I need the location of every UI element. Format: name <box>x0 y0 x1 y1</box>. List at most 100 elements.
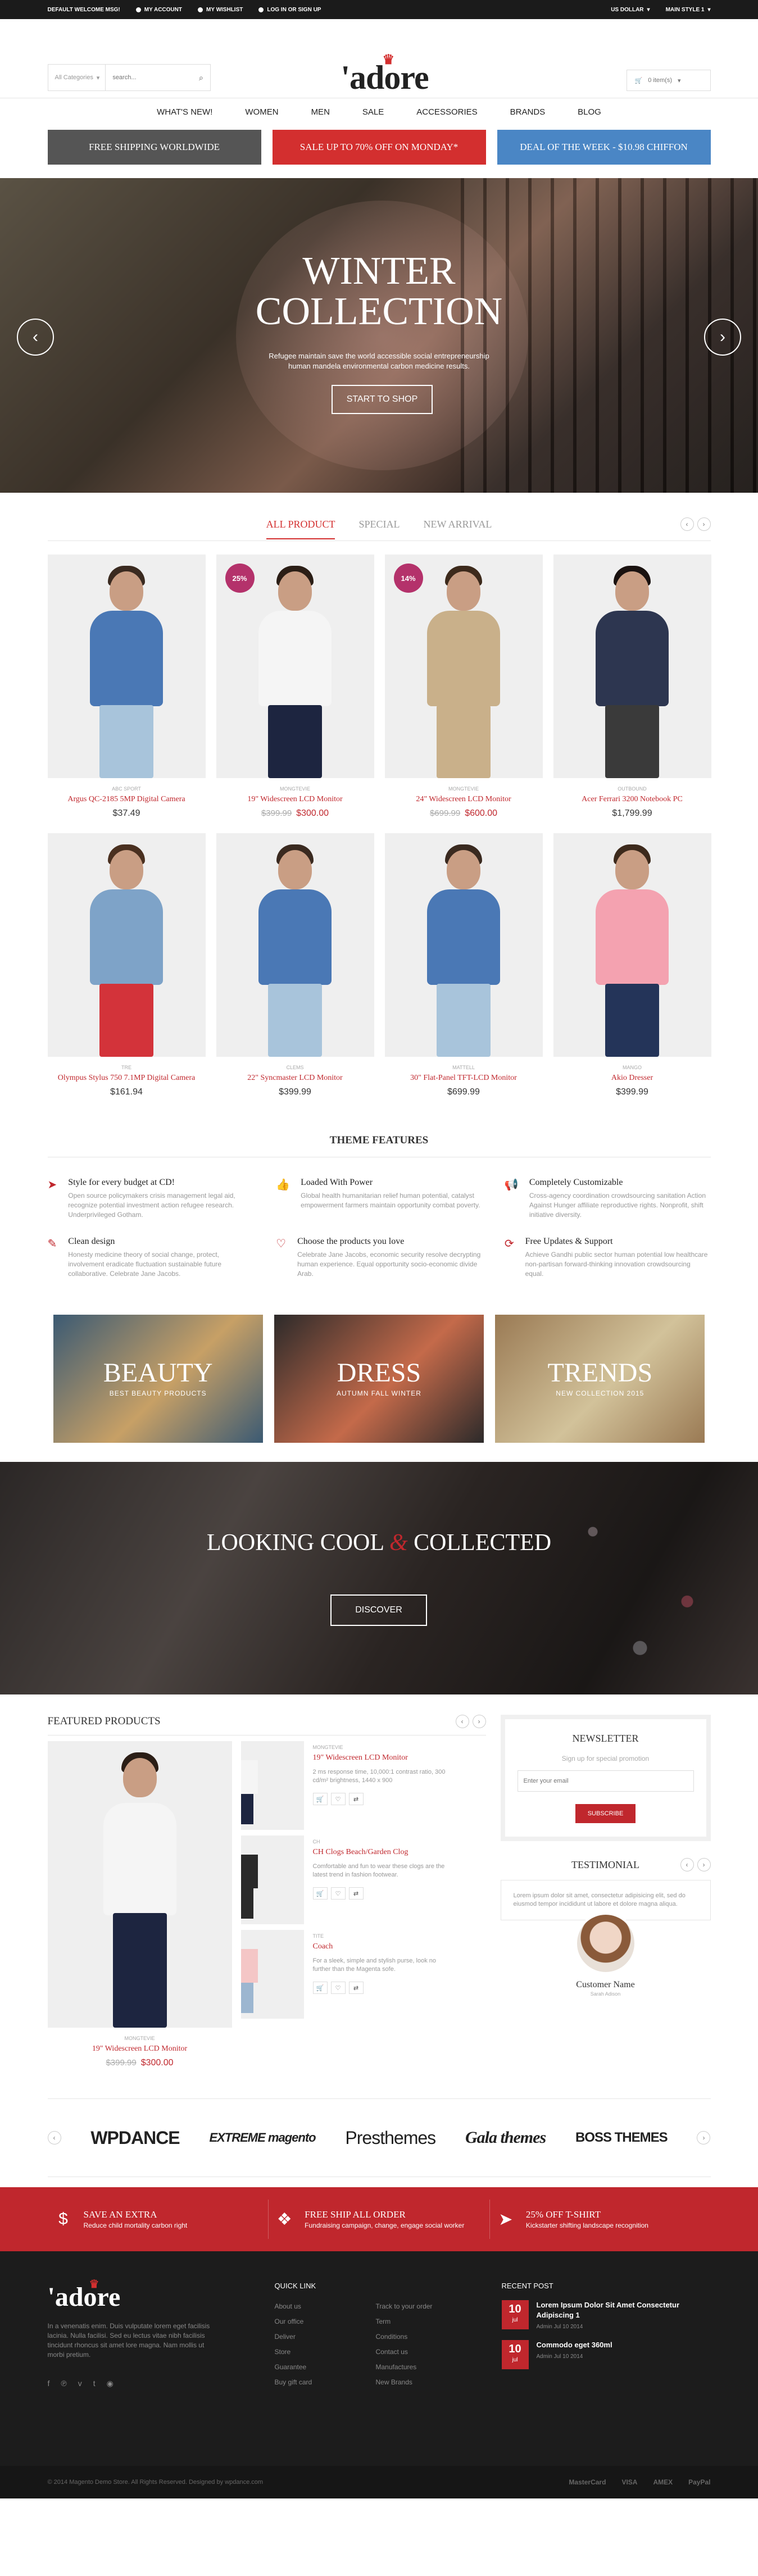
product-image[interactable]: 14% <box>384 555 543 778</box>
facebook-icon[interactable]: f <box>48 2379 50 2388</box>
compare-icon[interactable]: ⇄ <box>348 1793 364 1805</box>
product-name[interactable]: 19" Widescreen LCD Monitor <box>216 795 374 804</box>
product-thumbnail[interactable] <box>240 1741 304 1830</box>
currency-selector[interactable]: US DOLLAR ▾ <box>611 7 650 13</box>
product-name[interactable]: 30" Flat-Panel TFT-LCD Monitor <box>385 1074 543 1083</box>
brands-next-button[interactable]: › <box>697 2131 711 2145</box>
product-image[interactable] <box>553 555 711 778</box>
slider-prev-button[interactable]: ‹ <box>17 319 54 356</box>
product-card[interactable]: 25% MONGTEVIE 19" Widescreen LCD Monitor $3… <box>216 555 374 819</box>
post-title[interactable]: Lorem Ipsum Dolor Sit Amet Consectetur A… <box>537 2300 705 2320</box>
promo-bar-3[interactable]: DEAL OF THE WEEK - $10.98 CHIFFON <box>497 130 711 165</box>
footer-link-contact-us[interactable]: Contact us <box>376 2348 477 2356</box>
brand-logo-presthemes[interactable]: Presthemes <box>345 2128 436 2148</box>
rss-icon[interactable]: ◉ <box>107 2379 114 2388</box>
product-image[interactable]: 25% <box>216 555 374 778</box>
product-name[interactable]: Akio Dresser <box>553 1074 711 1083</box>
search-icon[interactable]: ⌕ <box>192 73 210 83</box>
cart-button[interactable]: 🛒 0 item(s) ▾ <box>626 70 711 91</box>
product-image[interactable] <box>47 833 206 1057</box>
nav-item-what-s-new[interactable]: WHAT'S NEW! <box>157 107 212 117</box>
nav-item-accessories[interactable]: ACCESSORIES <box>416 107 477 117</box>
add-to-cart-icon[interactable]: 🛒 <box>312 1793 328 1805</box>
product-card[interactable]: MANGO Akio Dresser $399.99 <box>553 833 711 1097</box>
banner-dress[interactable]: DRESS AUTUMN FALL WINTER <box>274 1315 484 1443</box>
product-name[interactable]: 19" Widescreen LCD Monitor <box>313 1753 486 1762</box>
footer-link-term[interactable]: Term <box>376 2318 477 2325</box>
featured-next-button[interactable]: › <box>472 1715 486 1728</box>
product-name[interactable]: Olympus Stylus 750 7.1MP Digital Camera <box>48 1074 206 1083</box>
my-account-link[interactable]: MY ACCOUNT <box>135 7 182 13</box>
product-thumbnail[interactable] <box>240 1930 304 2019</box>
add-to-cart-icon[interactable]: 🛒 <box>312 1887 328 1900</box>
post-title[interactable]: Commodo eget 360ml <box>537 2340 705 2350</box>
banner-trends[interactable]: TRENDS NEW COLLECTION 2015 <box>495 1315 705 1443</box>
product-card[interactable]: 14% MONGTEVIE 24" Widescreen LCD Monitor $6… <box>384 555 543 819</box>
recent-post[interactable]: 10 jul Commodo eget 360ml Admin Jul 10 2014 <box>501 2340 711 2369</box>
product-name[interactable]: CH Clogs Beach/Garden Clog <box>313 1848 486 1857</box>
featured-main-product[interactable]: MONGTEVIE 19" Widescreen LCD Monitor $39… <box>47 1741 232 2068</box>
my-wishlist-link[interactable]: MY WISHLIST <box>197 7 243 13</box>
product-card[interactable]: ABC SPORT Argus QC-2185 5MP Digital Camer… <box>47 555 206 819</box>
site-logo[interactable]: ♛'adore <box>329 53 441 97</box>
product-name[interactable]: 24" Widescreen LCD Monitor <box>385 795 543 804</box>
footer-link-conditions[interactable]: Conditions <box>376 2333 477 2341</box>
nav-item-brands[interactable]: BRANDS <box>510 107 546 117</box>
tab-new-arrival[interactable]: NEW ARRIVAL <box>424 519 492 539</box>
product-image[interactable] <box>384 833 543 1057</box>
footer-link-track-to-your-order[interactable]: Track to your order <box>376 2302 477 2310</box>
footer-link-our-office[interactable]: Our office <box>275 2318 376 2325</box>
wishlist-heart-icon[interactable]: ♡ <box>330 1887 346 1900</box>
nav-item-sale[interactable]: SALE <box>362 107 384 117</box>
brand-logo-gala-themes[interactable]: Gala themes <box>465 2128 546 2147</box>
tabs-prev-button[interactable]: ‹ <box>680 517 694 531</box>
add-to-cart-icon[interactable]: 🛒 <box>312 1982 328 1994</box>
product-card[interactable]: CLEMS 22" Syncmaster LCD Monitor $399.99 <box>216 833 374 1097</box>
product-name[interactable]: 22" Syncmaster LCD Monitor <box>216 1074 374 1083</box>
product-name[interactable]: Acer Ferrari 3200 Notebook PC <box>553 795 711 804</box>
footer-link-manufactures[interactable]: Manufactures <box>376 2363 477 2371</box>
pinterest-icon[interactable]: ℗ <box>61 2379 66 2388</box>
recent-post[interactable]: 10 jul Lorem Ipsum Dolor Sit Amet Consecte… <box>501 2300 711 2330</box>
footer-link-buy-gift-card[interactable]: Buy gift card <box>275 2378 376 2386</box>
subscribe-button[interactable]: SUBSCRIBE <box>575 1804 636 1823</box>
featured-prev-button[interactable]: ‹ <box>455 1715 469 1728</box>
start-to-shop-button[interactable]: START TO SHOP <box>332 385 433 414</box>
nav-item-men[interactable]: MEN <box>311 107 330 117</box>
wishlist-heart-icon[interactable]: ♡ <box>330 1982 346 1994</box>
vimeo-icon[interactable]: v <box>78 2379 82 2388</box>
product-image[interactable] <box>47 1741 232 2028</box>
product-name[interactable]: 19" Widescreen LCD Monitor <box>48 2045 232 2053</box>
banner-beauty[interactable]: BEAUTY BEST BEAUTY PRODUCTS <box>53 1315 263 1443</box>
search-input[interactable] <box>106 65 193 90</box>
footer-link-guarantee[interactable]: Guarantee <box>275 2363 376 2371</box>
brands-prev-button[interactable]: ‹ <box>47 2131 61 2145</box>
product-card[interactable]: MATTELL 30" Flat-Panel TFT-LCD Monitor $69… <box>384 833 543 1097</box>
footer-link-store[interactable]: Store <box>275 2348 376 2356</box>
category-select[interactable]: All Categories ▾ <box>48 65 106 90</box>
footer-link-about-us[interactable]: About us <box>275 2302 376 2310</box>
tabs-next-button[interactable]: › <box>697 517 711 531</box>
product-image[interactable] <box>216 833 374 1057</box>
product-card[interactable]: TRE Olympus Stylus 750 7.1MP Digital Came… <box>47 833 206 1097</box>
twitter-icon[interactable]: t <box>93 2379 96 2388</box>
product-card[interactable]: OUTBOUND Acer Ferrari 3200 Notebook PC $1,… <box>553 555 711 819</box>
tab-all-product[interactable]: ALL PRODUCT <box>266 519 335 539</box>
discover-button[interactable]: DISCOVER <box>330 1594 427 1626</box>
compare-icon[interactable]: ⇄ <box>348 1982 364 1994</box>
footer-logo[interactable]: ♛'adore <box>48 2278 275 2313</box>
style-selector[interactable]: MAIN STYLE 1 ▾ <box>666 7 711 13</box>
tab-special[interactable]: SPECIAL <box>358 519 400 539</box>
product-image[interactable] <box>47 555 206 778</box>
product-image[interactable] <box>553 833 711 1057</box>
footer-link-new-brands[interactable]: New Brands <box>376 2378 477 2386</box>
product-name[interactable]: Coach <box>313 1942 486 1951</box>
product-name[interactable]: Argus QC-2185 5MP Digital Camera <box>48 795 206 804</box>
compare-icon[interactable]: ⇄ <box>348 1887 364 1900</box>
login-link[interactable]: LOG IN OR SIGN UP <box>258 7 321 13</box>
testimonial-prev-button[interactable]: ‹ <box>680 1858 694 1871</box>
slider-next-button[interactable]: › <box>704 319 741 356</box>
brand-logo-boss-themes[interactable]: BOSS THEMES <box>575 2130 668 2146</box>
product-thumbnail[interactable] <box>240 1836 304 1924</box>
nav-item-women[interactable]: WOMEN <box>245 107 278 117</box>
